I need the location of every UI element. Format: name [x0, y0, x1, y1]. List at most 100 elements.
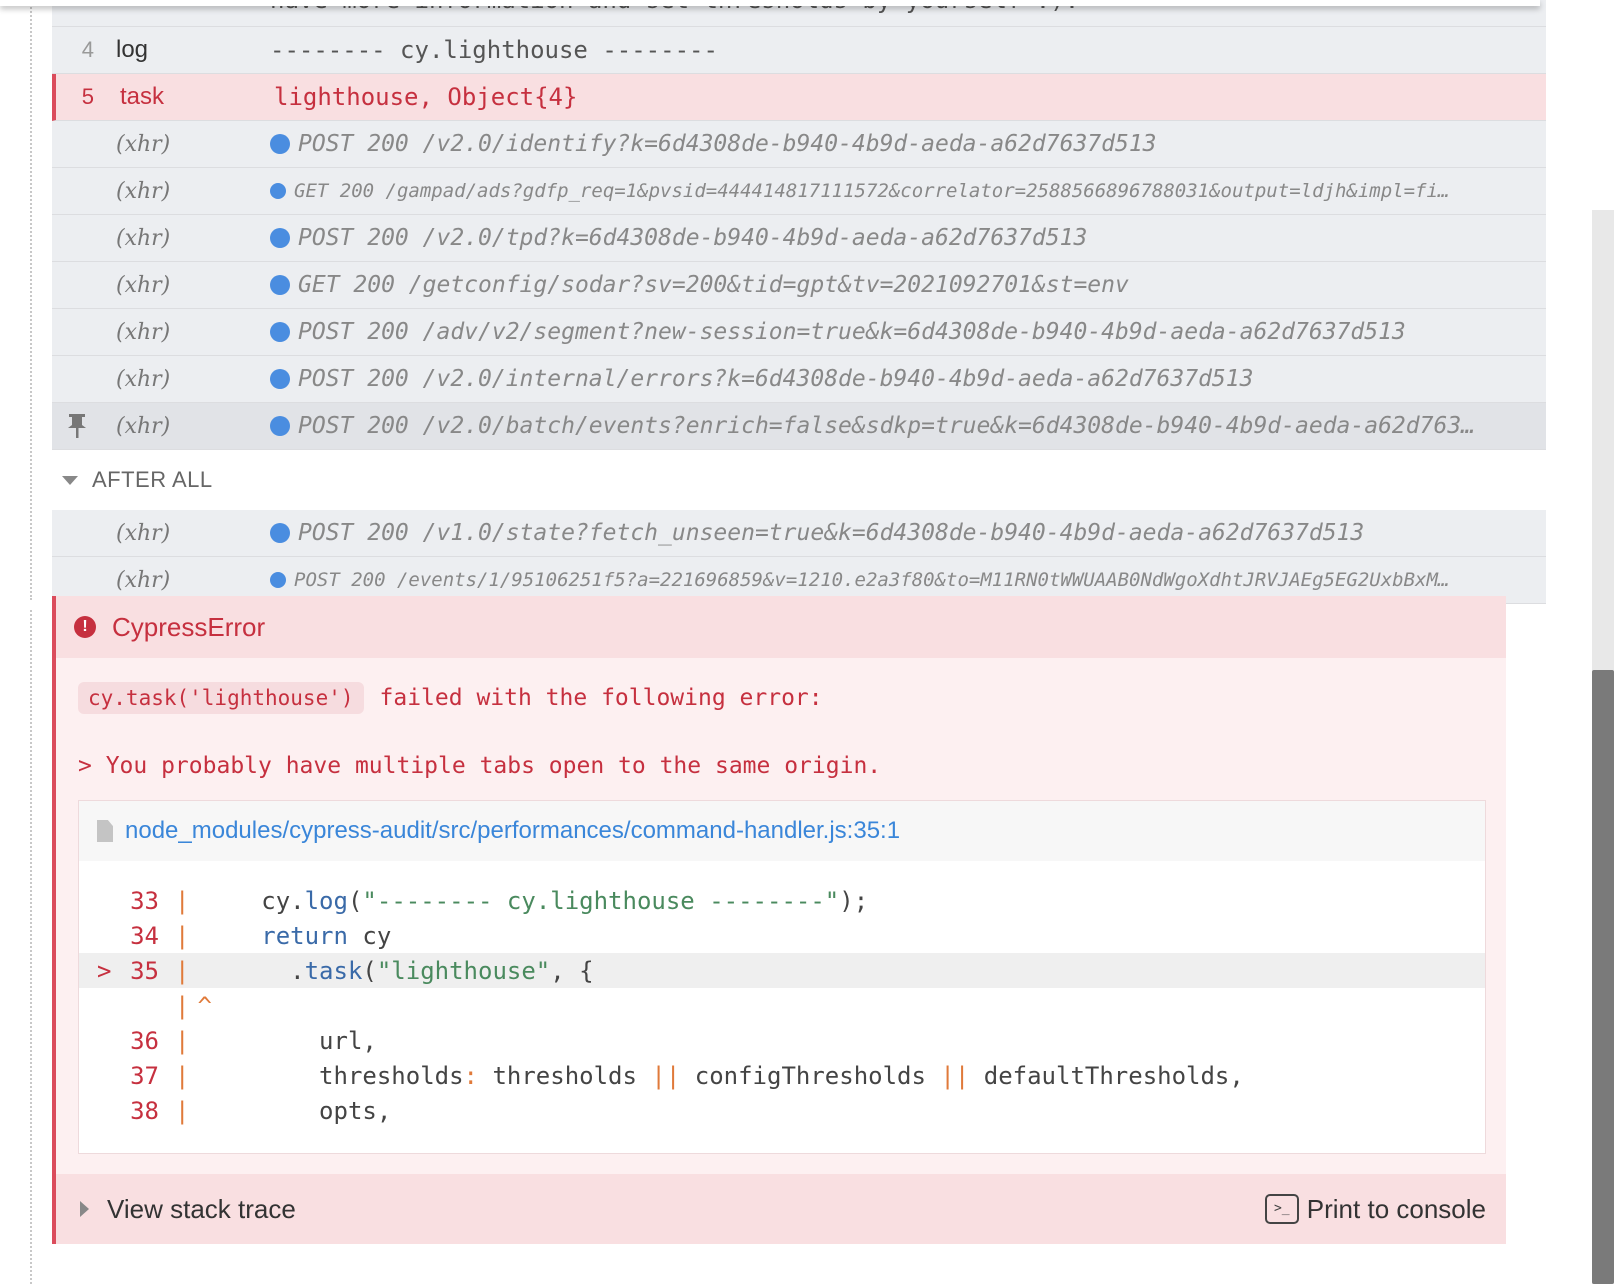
error-message-text: failed with the following error:	[379, 685, 823, 711]
code-line-text: cy.log("-------- cy.lighthouse --------"…	[203, 886, 869, 915]
xhr-status-dot-icon	[270, 572, 286, 588]
code-line: 38 | opts,	[79, 1093, 1485, 1128]
xhr-row[interactable]: (xhr) POST 200 /v2.0/identify?k=6d4308de…	[52, 121, 1546, 168]
code-lines: 33 | cy.log("-------- cy.lighthouse -----…	[79, 861, 1485, 1128]
code-line-number: 36	[130, 1026, 159, 1055]
current-line-marker: >	[97, 956, 112, 985]
xhr-message: POST 200 /v2.0/internal/errors?k=6d4308d…	[270, 356, 1536, 402]
view-stack-trace-button[interactable]: View stack trace	[56, 1194, 296, 1225]
xhr-row[interactable]: (xhr) GET 200 /getconfig/sodar?sv=200&ti…	[52, 262, 1546, 309]
xhr-message: GET 200 /getconfig/sodar?sv=200&tid=gpt&…	[270, 262, 1536, 308]
xhr-status-dot-icon	[270, 416, 290, 436]
xhr-url: POST 200 /events/1/95106251f5?a=22169685…	[294, 569, 1450, 591]
print-to-console-label: Print to console	[1306, 1193, 1486, 1224]
xhr-url: POST 200 /adv/v2/segment?new-session=tru…	[298, 319, 1406, 345]
command-message: -------- cy.lighthouse --------	[270, 36, 718, 64]
code-line-number: 35	[130, 956, 159, 985]
code-line-number: 33	[130, 886, 159, 915]
xhr-row[interactable]: (xhr) POST 200 /adv/v2/segment?new-sessi…	[52, 309, 1546, 356]
xhr-message: POST 200 /v2.0/identify?k=6d4308de-b940-…	[270, 121, 1536, 167]
command-name: log	[116, 36, 149, 63]
error-message: cy.task('lighthouse') failed with the fo…	[56, 678, 1506, 784]
command-row-log[interactable]: 4 log -------- cy.lighthouse --------	[52, 27, 1546, 74]
print-to-console-button[interactable]: >_ Print to console	[1264, 1193, 1506, 1225]
error-panel: ! CypressError cy.task('lighthouse') fai…	[52, 596, 1506, 1244]
xhr-url: GET 200 /getconfig/sodar?sv=200&tid=gpt&…	[298, 272, 1129, 298]
code-line: 37 | thresholds: thresholds || configThre…	[79, 1058, 1485, 1093]
code-line-text: ^	[197, 991, 212, 1020]
code-line-text: opts,	[203, 1096, 392, 1125]
top-shadow	[0, 0, 1540, 6]
code-frame: node_modules/cypress-audit/src/performan…	[78, 800, 1486, 1154]
xhr-url: POST 200 /v2.0/batch/events?enrich=false…	[298, 413, 1476, 439]
xhr-label: (xhr)	[116, 178, 171, 204]
error-header: ! CypressError	[56, 596, 1506, 658]
xhr-label: (xhr)	[116, 319, 171, 345]
code-line-text: url,	[203, 1026, 377, 1055]
command-message: lighthouse, Object{4}	[274, 83, 578, 111]
error-icon: !	[74, 616, 96, 638]
code-line: 33 | cy.log("-------- cy.lighthouse -----…	[79, 883, 1485, 918]
scrollbar-thumb[interactable]	[1592, 670, 1614, 1284]
error-title: CypressError	[112, 611, 266, 642]
xhr-url: POST 200 /v2.0/tpd?k=6d4308de-b940-4b9d-…	[298, 225, 1088, 251]
command-row-task-failed[interactable]: 5 task lighthouse, Object{4}	[52, 74, 1546, 121]
file-icon	[97, 820, 113, 842]
xhr-row[interactable]: (xhr) POST 200 /v2.0/internal/errors?k=6…	[52, 356, 1546, 403]
xhr-message: POST 200 /v1.0/state?fetch_unseen=true&k…	[270, 510, 1536, 556]
xhr-message: POST 200 /adv/v2/segment?new-session=tru…	[270, 309, 1536, 355]
xhr-row[interactable]: (xhr) POST 200 /v1.0/state?fetch_unseen=…	[52, 510, 1546, 557]
xhr-message: POST 200 /v2.0/batch/events?enrich=false…	[270, 403, 1536, 449]
command-log: have more information and set thresholds…	[52, 0, 1546, 604]
xhr-status-dot-icon	[270, 523, 290, 543]
xhr-label: (xhr)	[116, 272, 171, 298]
xhr-label: (xhr)	[116, 225, 171, 251]
pin-icon[interactable]	[66, 403, 88, 449]
xhr-status-dot-icon	[270, 134, 290, 154]
code-line: 34 | return cy	[79, 918, 1485, 953]
xhr-status-dot-icon	[270, 228, 290, 248]
code-line-text: return cy	[261, 921, 392, 950]
xhr-status-dot-icon	[270, 322, 290, 342]
code-line-text: .task("lighthouse", {	[203, 956, 594, 985]
error-footer: View stack trace >_ Print to console	[56, 1174, 1506, 1244]
test-indent-line	[30, 610, 32, 1284]
hook-after-all[interactable]: AFTER ALL	[52, 450, 1546, 510]
xhr-url: POST 200 /v2.0/identify?k=6d4308de-b940-…	[298, 131, 1157, 157]
xhr-status-dot-icon	[270, 183, 286, 199]
xhr-row[interactable]: (xhr) GET 200 /gampad/ads?gdfp_req=1&pvs…	[52, 168, 1546, 215]
scrollbar[interactable]	[1570, 0, 1614, 1284]
xhr-row-pinned[interactable]: (xhr) POST 200 /v2.0/batch/events?enrich…	[52, 403, 1546, 450]
xhr-label: (xhr)	[116, 413, 171, 439]
code-line-highlighted: >35 | .task("lighthouse", {	[79, 953, 1485, 988]
xhr-row[interactable]: (xhr) POST 200 /v2.0/tpd?k=6d4308de-b940…	[52, 215, 1546, 262]
caret-right-icon	[80, 1201, 89, 1217]
xhr-url: GET 200 /gampad/ads?gdfp_req=1&pvsid=444…	[294, 180, 1450, 202]
code-gutter-bar: |	[175, 956, 190, 985]
xhr-message: GET 200 /gampad/ads?gdfp_req=1&pvsid=444…	[270, 168, 1536, 214]
command-name: task	[120, 83, 165, 110]
caret-down-icon	[62, 475, 78, 485]
code-line-number: 38	[130, 1096, 159, 1125]
view-stack-trace-label: View stack trace	[107, 1193, 296, 1224]
xhr-label: (xhr)	[116, 366, 171, 392]
code-line-number: 34	[130, 921, 159, 950]
test-indent-line	[30, 0, 32, 600]
xhr-message: POST 200 /v2.0/tpd?k=6d4308de-b940-4b9d-…	[270, 215, 1536, 261]
xhr-status-dot-icon	[270, 369, 290, 389]
code-gutter-bar: |	[175, 1096, 190, 1125]
command-number: 4	[81, 37, 94, 62]
xhr-status-dot-icon	[270, 275, 290, 295]
code-gutter-bar: |	[175, 1026, 190, 1055]
error-code-chip: cy.task('lighthouse')	[78, 682, 364, 714]
code-line: | ^	[79, 988, 1485, 1023]
code-line-text: thresholds: thresholds || configThreshol…	[203, 1061, 1244, 1090]
xhr-label: (xhr)	[116, 131, 171, 157]
code-frame-file-link[interactable]: node_modules/cypress-audit/src/performan…	[79, 801, 1485, 861]
code-gutter-bar: |	[175, 921, 190, 950]
file-path[interactable]: node_modules/cypress-audit/src/performan…	[125, 817, 900, 845]
code-line-number: 37	[130, 1061, 159, 1090]
code-gutter-bar: |	[175, 886, 190, 915]
command-number: 5	[81, 84, 94, 109]
xhr-url: POST 200 /v1.0/state?fetch_unseen=true&k…	[298, 520, 1365, 546]
